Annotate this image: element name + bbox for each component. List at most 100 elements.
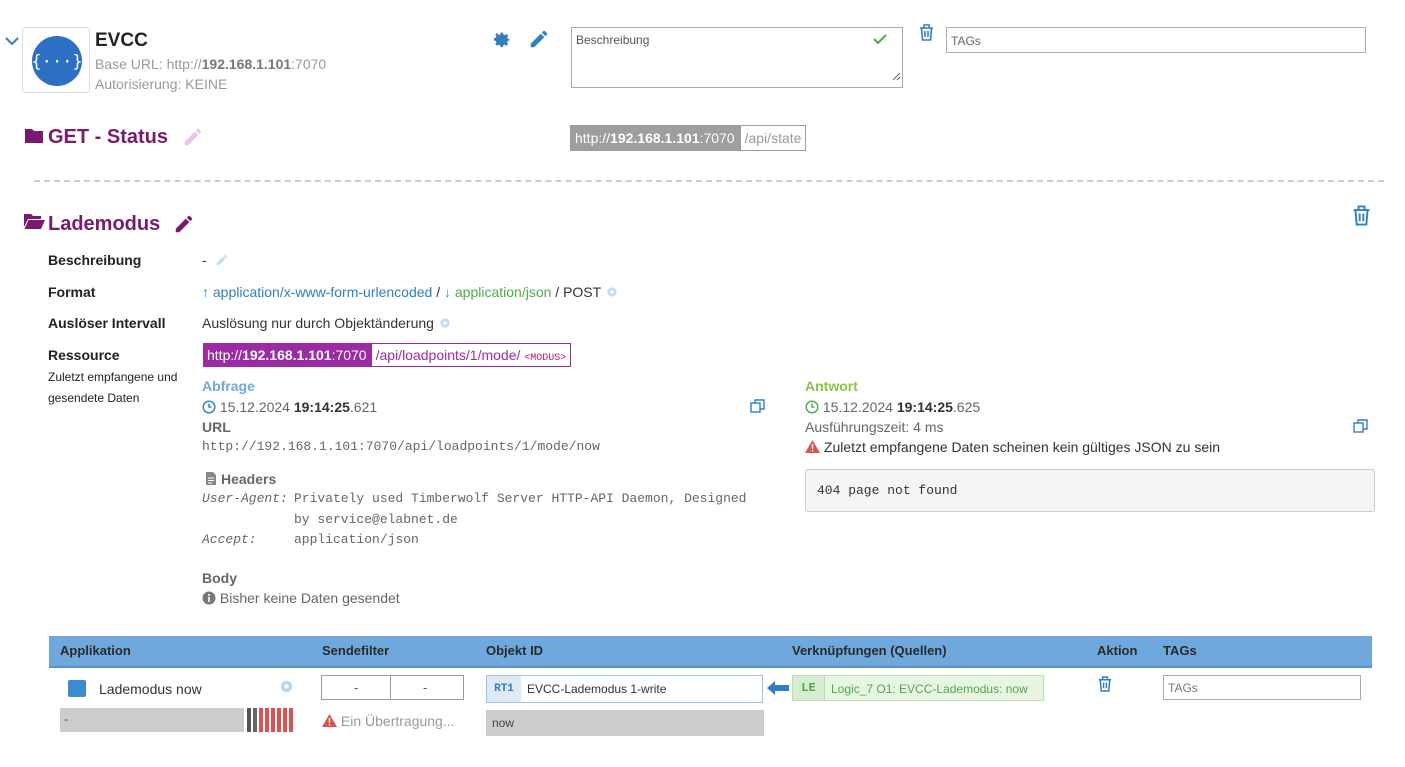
row-delete-trash-icon[interactable]: [1097, 675, 1113, 698]
abfrage-time: 19:14:25: [293, 399, 350, 415]
ausloeser-gear-icon[interactable]: [438, 316, 452, 333]
collapse-chevron-icon[interactable]: [4, 34, 20, 52]
format-sep2: /: [551, 284, 564, 300]
link-source[interactable]: LE Logic_7 O1: EVCC-Lademodus: now: [792, 675, 1044, 701]
api-braces-icon: {···}: [31, 36, 83, 86]
abfrage-copy-icon[interactable]: [750, 399, 765, 419]
device-base-url: Base URL: http://192.168.1.101:7070: [95, 56, 326, 72]
row-tags-input[interactable]: TAGs: [1163, 675, 1361, 700]
get-status-url[interactable]: http://192.168.1.101:7070 /api/state: [570, 125, 807, 151]
get-status-url-base: http://192.168.1.101:7070: [570, 125, 740, 151]
device-name: EVCC: [95, 30, 148, 51]
base-url-host: 192.168.1.101: [201, 56, 292, 72]
header2-value: application/json: [294, 532, 419, 547]
device-logo: {···}: [22, 27, 90, 93]
sendefilter-warning: Ein Übertragung...: [322, 713, 455, 730]
app-name[interactable]: Lademodus now: [99, 681, 202, 697]
format-method: POST: [563, 284, 601, 300]
antwort-exec-time: Ausführungszeit: 4 ms: [805, 419, 944, 435]
header1-key: User-Agent:: [202, 491, 288, 506]
valid-check-icon: [872, 32, 888, 51]
th-objekt-id[interactable]: Objekt ID: [486, 636, 543, 666]
object-value-bar: now: [486, 710, 764, 736]
device-tags-placeholder: TAGs: [951, 34, 981, 48]
format-request: application/x-www-form-urlencoded: [212, 284, 433, 300]
antwort-response: 404 page not found: [817, 483, 958, 498]
sendefilter-left-value: -: [354, 680, 359, 695]
antwort-time: 19:14:25: [896, 399, 953, 415]
label-ausloeser: Auslöser Intervall: [48, 315, 166, 331]
lademodus-edit-pencil-icon[interactable]: [173, 213, 195, 240]
get-status-url-port: :7070: [699, 130, 735, 146]
abfrage-url-label: URL: [202, 419, 231, 435]
th-applikation[interactable]: Applikation: [60, 636, 131, 666]
format-gear-icon[interactable]: [605, 285, 619, 302]
sendefilter-warning-text: Ein Übertragung...: [340, 713, 455, 729]
sendefilter-right-value: -: [423, 680, 428, 695]
header1-value-line2: by service@elabnet.de: [294, 512, 458, 527]
antwort-ms: .625: [952, 399, 981, 415]
sendefilter-left-input[interactable]: -: [321, 675, 392, 700]
folder-open-icon[interactable]: [24, 214, 45, 234]
sendefilter-right-input[interactable]: -: [390, 675, 464, 700]
resource-url-param: <MODUS>: [524, 353, 567, 364]
object-badge: RT1: [487, 676, 521, 702]
resource-url-path-box: /api/loadpoints/1/mode/ <MODUS>: [370, 343, 572, 367]
lademodus-delete-trash-icon[interactable]: [1351, 204, 1372, 232]
description-placeholder: Beschreibung: [576, 33, 650, 47]
format-response: application/json: [454, 284, 552, 300]
delete-device-trash-icon[interactable]: [918, 23, 935, 47]
antwort-warning-text: Zuletzt empfangene Daten scheinen kein g…: [823, 439, 1221, 455]
label-ressource: Ressource: [48, 347, 120, 363]
th-verknuepfungen[interactable]: Verknüpfungen (Quellen): [792, 636, 947, 666]
th-sendefilter[interactable]: Sendefilter: [322, 636, 389, 666]
resource-url-base: http://192.168.1.101:7070: [203, 343, 371, 367]
object-value: now: [492, 716, 515, 730]
resource-url-prefix: http://: [207, 347, 243, 363]
header2-key: Accept:: [202, 532, 257, 547]
app-color-swatch[interactable]: [68, 680, 86, 697]
app-gear-icon[interactable]: [279, 679, 294, 699]
ausloeser-text: Auslösung nur durch Objektänderung: [202, 315, 434, 331]
ausloeser-value: Auslösung nur durch Objektänderung: [202, 315, 452, 333]
label-zuletzt: Zuletzt empfangene und gesendete Daten: [48, 370, 178, 405]
th-aktion[interactable]: Aktion: [1097, 636, 1137, 666]
app-value: -: [64, 712, 68, 726]
description-textarea[interactable]: Beschreibung: [571, 27, 903, 88]
beschreibung-edit-icon[interactable]: [215, 253, 229, 270]
label-format: Format: [48, 284, 96, 300]
warning-icon: [322, 714, 337, 730]
abfrage-title: Abfrage: [202, 378, 255, 394]
resource-url-host: 192.168.1.101: [242, 347, 332, 363]
th-tags[interactable]: TAGs: [1163, 636, 1197, 666]
beschreibung-value: -: [202, 252, 229, 270]
resize-handle-icon[interactable]: [892, 68, 901, 86]
device-auth: Autorisierung: KEINE: [95, 76, 228, 92]
file-icon: [206, 472, 216, 488]
object-id-field[interactable]: RT1 EVCC-Lademodus 1-write: [486, 675, 763, 703]
link-name: Logic_7 O1: EVCC-Lademodus: now: [831, 682, 1028, 696]
clock-icon: [805, 400, 819, 417]
folder-closed-icon[interactable]: [25, 128, 43, 148]
arrow-up-icon: ↑: [202, 284, 209, 300]
device-tags-input[interactable]: TAGs: [946, 27, 1366, 53]
antwort-timestamp: 15.12.2024 19:14:25.625: [805, 399, 980, 417]
warning-icon: [805, 440, 820, 456]
object-name: EVCC-Lademodus 1-write: [527, 682, 667, 696]
beschreibung-dash: -: [202, 252, 207, 268]
resource-url-path: /api/loadpoints/1/mode/: [375, 347, 521, 363]
lademodus-title[interactable]: Lademodus: [48, 213, 160, 236]
resource-url-port: :7070: [331, 347, 367, 363]
antwort-response-box: 404 page not found: [805, 469, 1375, 512]
get-status-title[interactable]: GET - Status: [48, 126, 168, 149]
resource-url[interactable]: http://192.168.1.101:7070 /api/loadpoint…: [203, 343, 572, 367]
abfrage-url: http://192.168.1.101:7070/api/loadpoints…: [202, 439, 600, 454]
get-status-edit-pencil-icon[interactable]: [182, 126, 204, 153]
settings-gear-icon[interactable]: [490, 28, 512, 55]
antwort-warning: Zuletzt empfangene Daten scheinen kein g…: [805, 439, 1220, 456]
base-url-prefix: http://: [166, 56, 202, 72]
header1-value-line1: Privately used Timberwolf Server HTTP-AP…: [294, 491, 747, 506]
edit-pencil-icon[interactable]: [528, 28, 550, 55]
format-sep1: /: [432, 284, 444, 300]
antwort-copy-icon[interactable]: [1353, 419, 1368, 439]
